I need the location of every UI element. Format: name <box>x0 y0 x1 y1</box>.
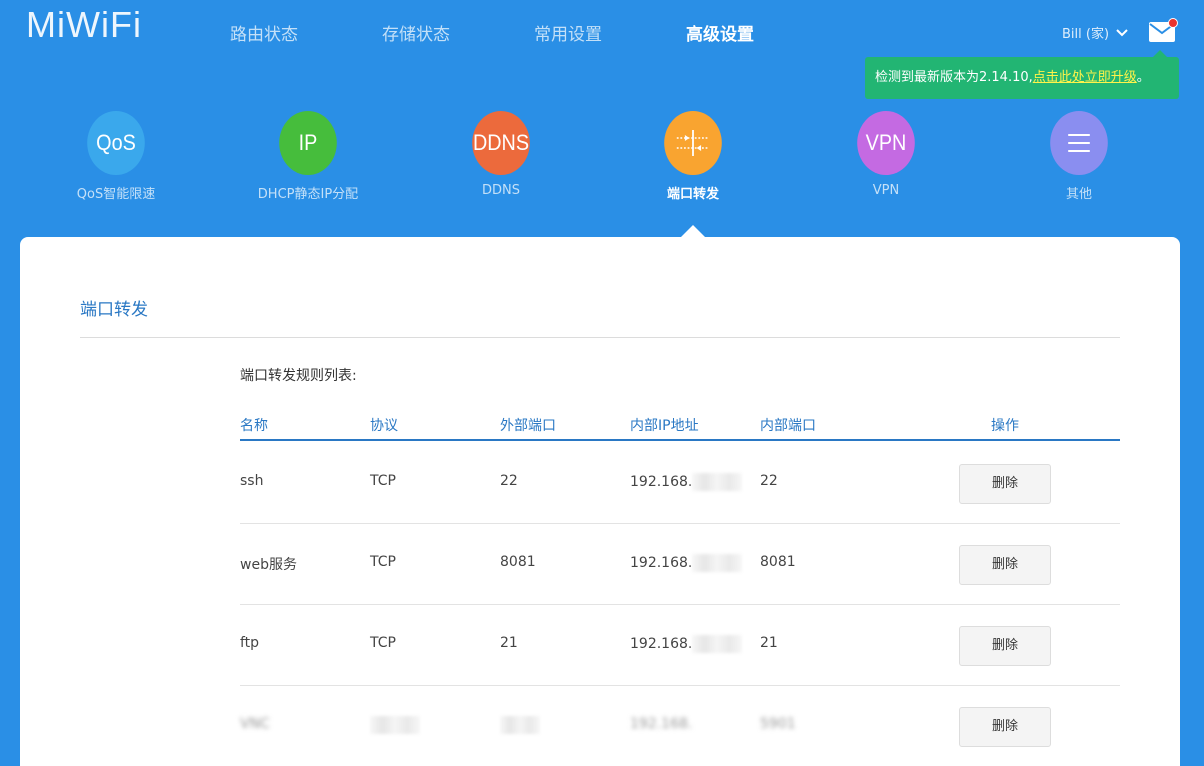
app-dhcp[interactable]: IP DHCP静态IP分配 <box>243 111 373 202</box>
update-notice: 检测到最新版本为2.14.10,点击此处立即升级。 <box>865 50 1179 99</box>
rule-ip: 192.168. <box>630 473 743 491</box>
delete-button[interactable]: 删除 <box>959 626 1051 666</box>
redacted-mask <box>692 635 743 653</box>
rule-int-port: 8081 <box>760 554 796 570</box>
notification-dot <box>1168 18 1178 28</box>
qos-icon: QoS <box>87 111 145 175</box>
upgrade-link[interactable]: 点击此处立即升级 <box>1033 70 1137 85</box>
rule-name: VNC <box>240 716 270 732</box>
nav-storage-status[interactable]: 存储状态 <box>382 20 450 45</box>
app-label: 端口转发 <box>666 187 719 202</box>
rule-int-port: 5901 <box>760 716 796 732</box>
divider <box>80 337 1120 338</box>
app-ddns[interactable]: DDNS DDNS <box>436 111 566 198</box>
table-caption: 端口转发规则列表: <box>240 368 357 384</box>
ip-prefix: 192.168. <box>630 474 693 490</box>
table-header: 名称 协议 外部端口 内部IP地址 内部端口 操作 <box>240 413 1120 441</box>
ip-prefix: 192.168. <box>630 555 693 571</box>
user-name: Bill (家) <box>1062 27 1110 42</box>
col-int-port: 内部端口 <box>760 418 816 434</box>
rule-protocol: TCP <box>370 473 396 489</box>
delete-button[interactable]: 删除 <box>959 707 1051 747</box>
rule-name: ssh <box>240 473 264 489</box>
ddns-icon: DDNS <box>472 111 530 175</box>
user-menu[interactable]: Bill (家) <box>1062 23 1129 42</box>
chevron-down-icon <box>1116 28 1128 36</box>
rule-protocol <box>370 716 420 734</box>
vpn-icon: VPN <box>857 111 915 175</box>
app-vpn[interactable]: VPN VPN <box>821 111 951 198</box>
redacted-mask <box>692 554 743 572</box>
content-panel: 端口转发 端口转发规则列表: 名称 协议 外部端口 内部IP地址 内部端口 操作… <box>20 237 1180 766</box>
top-bar: MiWiFi 路由状态 存储状态 常用设置 高级设置 Bill (家) <box>0 0 1204 60</box>
table-row: web服务 TCP 8081 192.168. 8081 删除 <box>240 524 1120 605</box>
notice-suffix: 。 <box>1136 70 1150 85</box>
rule-ip: 192.168. <box>630 554 743 572</box>
rule-name: ftp <box>240 635 260 651</box>
col-name: 名称 <box>240 418 268 434</box>
nav-advanced-settings[interactable]: 高级设置 <box>686 20 754 45</box>
col-ext-port: 外部端口 <box>500 418 556 434</box>
table-row: ssh TCP 22 192.168. 22 删除 <box>240 443 1120 524</box>
rule-protocol: TCP <box>370 635 396 651</box>
rule-int-port: 21 <box>760 635 778 651</box>
section-title: 端口转发 <box>80 300 148 320</box>
app-port-forward[interactable]: 端口转发 <box>628 111 758 202</box>
rule-protocol: TCP <box>370 554 396 570</box>
rule-ext-port: 21 <box>500 635 518 651</box>
app-label: DDNS <box>482 183 520 198</box>
active-pointer <box>681 225 705 237</box>
table-row: ftp TCP 21 192.168. 21 删除 <box>240 605 1120 686</box>
rule-ext-port: 8081 <box>500 554 536 570</box>
col-protocol: 协议 <box>370 418 398 434</box>
notice-text: 检测到最新版本为2.14.10, <box>875 70 1033 85</box>
app-label: QoS智能限速 <box>76 187 156 202</box>
miwifi-logo[interactable]: MiWiFi <box>26 4 142 46</box>
col-internal-ip: 内部IP地址 <box>630 418 699 434</box>
delete-button[interactable]: 删除 <box>959 464 1051 504</box>
table-row: VNC 192.168. 5901 删除 <box>240 686 1120 766</box>
app-label: 其他 <box>1065 187 1092 202</box>
app-qos[interactable]: QoS QoS智能限速 <box>51 111 181 202</box>
nav-common-settings[interactable]: 常用设置 <box>534 20 602 45</box>
rule-ip: 192.168. <box>630 716 693 732</box>
rule-ext-port <box>500 716 540 734</box>
redacted-mask <box>500 716 540 734</box>
redacted-mask <box>370 716 420 734</box>
rule-name: web服务 <box>240 557 297 573</box>
rule-ip: 192.168. <box>630 635 743 653</box>
port-forward-icon <box>664 111 722 175</box>
ip-icon: IP <box>279 111 337 175</box>
app-label: DHCP静态IP分配 <box>257 187 359 202</box>
app-other[interactable]: 其他 <box>1014 111 1144 202</box>
col-action: 操作 <box>991 418 1019 434</box>
rule-int-port: 22 <box>760 473 778 489</box>
nav-route-status[interactable]: 路由状态 <box>230 20 298 45</box>
rule-ext-port: 22 <box>500 473 518 489</box>
delete-button[interactable]: 删除 <box>959 545 1051 585</box>
redacted-mask <box>692 473 743 491</box>
app-label: VPN <box>872 183 900 198</box>
menu-icon <box>1050 111 1108 175</box>
ip-prefix: 192.168. <box>630 636 693 652</box>
